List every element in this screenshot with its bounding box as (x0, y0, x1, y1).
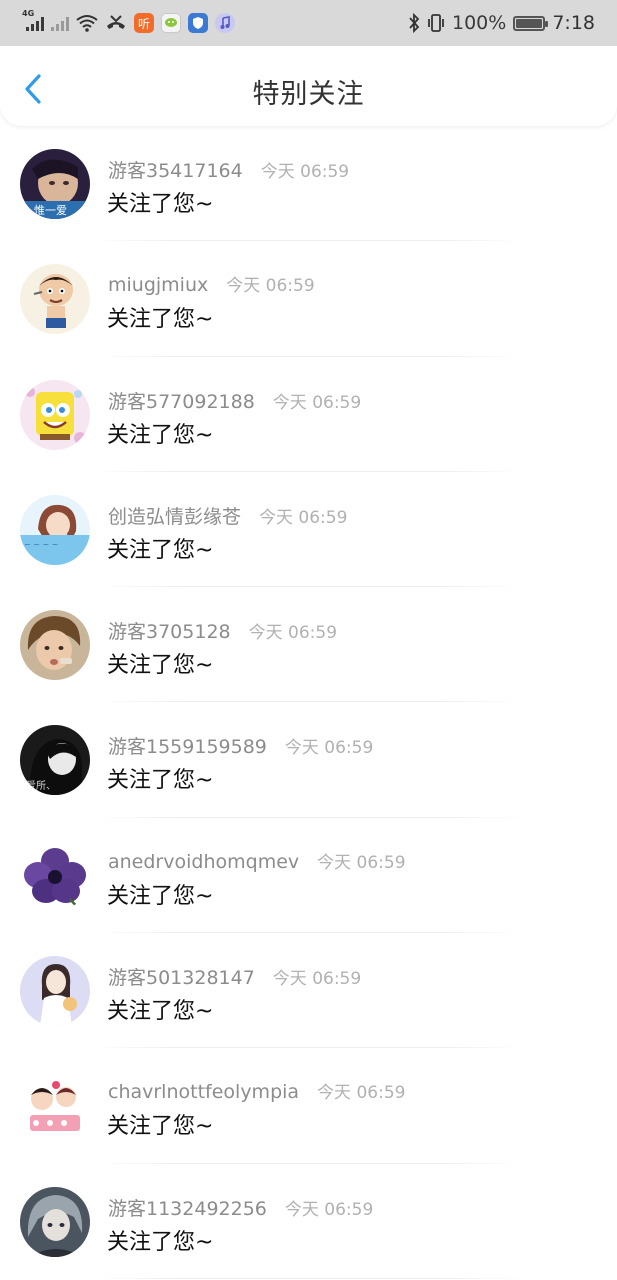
divider (92, 1277, 525, 1279)
timestamp: 今天 06:59 (284, 1199, 374, 1220)
signal-no-sim-icon (51, 15, 69, 31)
avatar[interactable] (20, 264, 90, 335)
username[interactable]: 游客3705128 (108, 617, 231, 644)
header: 特别关注 (0, 46, 617, 126)
page-title: 特别关注 (252, 79, 365, 110)
message-text: 关注了您~ (107, 1229, 214, 1255)
username[interactable]: 游客577092188 (108, 387, 255, 414)
follower-list: 惟一爱 游客35417164 今天 06:59 关注了您~ miugjmiux … (0, 126, 617, 1279)
avatar[interactable]: ~ ~ ~ ~ (20, 494, 90, 565)
ximalaya-app-icon: 听 (134, 13, 154, 33)
avatar[interactable] (20, 379, 90, 450)
timestamp: 今天 06:59 (272, 969, 362, 990)
signal-icon: 4G (22, 9, 44, 31)
message-text: 关注了您~ (107, 422, 214, 448)
username[interactable]: 游客501328147 (108, 963, 255, 990)
message-text: 关注了您~ (107, 1114, 214, 1140)
status-left: 4G 听 (22, 9, 235, 33)
chat-app-icon (161, 13, 181, 33)
list-item[interactable]: chavrlnottfeolympia 今天 06:59 关注了您~ (0, 1048, 617, 1164)
list-item[interactable]: 游客3705128 今天 06:59 关注了您~ (0, 587, 617, 703)
timestamp: 今天 06:59 (259, 507, 348, 528)
list-item[interactable]: 游客1132492256 今天 06:59 关注了您~ (0, 1164, 617, 1279)
avatar[interactable] (20, 1186, 90, 1257)
timestamp: 今天 06:59 (272, 392, 362, 413)
status-right: 100% 7:18 (408, 12, 595, 34)
avatar[interactable] (20, 840, 90, 911)
message-text: 关注了您~ (107, 307, 214, 333)
vibrate-icon (427, 13, 445, 33)
username[interactable]: 创造弘情彭缘苍 (108, 502, 241, 529)
status-time: 7:18 (552, 12, 595, 34)
avatar[interactable] (20, 610, 90, 681)
timestamp: 今天 06:59 (284, 738, 374, 759)
list-item[interactable]: 游客577092188 今天 06:59 关注了您~ (0, 357, 617, 472)
status-bar: 4G 听 100% 7:18 (0, 0, 617, 46)
timestamp: 今天 06:59 (226, 276, 315, 297)
username[interactable]: 游客35417164 (108, 156, 243, 183)
timestamp: 今天 06:59 (317, 1083, 406, 1104)
battery-percent: 100% (452, 12, 507, 34)
username[interactable]: 游客1132492256 (108, 1194, 267, 1221)
avatar-caption: 惟一爱 (34, 204, 67, 217)
list-item[interactable]: ~ ~ ~ ~ 创造弘情彭缘苍 今天 06:59 关注了您~ (0, 472, 617, 588)
avatar[interactable]: 爱所、 (20, 725, 90, 796)
message-text: 关注了您~ (107, 192, 214, 217)
missed-call-icon (105, 13, 127, 33)
message-text: 关注了您~ (107, 653, 214, 679)
bluetooth-icon (408, 13, 420, 33)
avatar-caption: 爱所、 (26, 779, 56, 792)
shield-app-icon (188, 13, 208, 33)
list-item[interactable]: 惟一爱 游客35417164 今天 06:59 关注了您~ (0, 126, 617, 242)
list-item[interactable]: 爱所、 游客1559159589 今天 06:59 关注了您~ (0, 702, 617, 818)
message-text: 关注了您~ (107, 999, 214, 1025)
timestamp: 今天 06:59 (260, 162, 350, 182)
avatar[interactable] (20, 1071, 90, 1142)
list-item[interactable]: anedrvoidhomqmev 今天 06:59 关注了您~ (0, 818, 617, 934)
username[interactable]: chavrlnottfeolympia (108, 1081, 299, 1103)
list-item[interactable]: 游客501328147 今天 06:59 关注了您~ (0, 933, 617, 1049)
wifi-icon (76, 13, 98, 33)
timestamp: 今天 06:59 (248, 623, 338, 644)
list-item[interactable]: miugjmiux 今天 06:59 关注了您~ (0, 241, 617, 357)
message-text: 关注了您~ (107, 768, 214, 794)
username[interactable]: anedrvoidhomqmev (108, 851, 299, 873)
battery-icon (513, 15, 549, 31)
message-text: 关注了您~ (107, 537, 214, 563)
avatar[interactable]: 惟一爱 (20, 149, 90, 219)
username[interactable]: miugjmiux (108, 274, 208, 296)
svg-text:~ ~ ~ ~: ~ ~ ~ ~ (24, 540, 58, 549)
music-app-icon (215, 13, 235, 33)
username[interactable]: 游客1559159589 (108, 732, 267, 759)
network-type-label: 4G (22, 9, 35, 18)
message-text: 关注了您~ (107, 883, 214, 909)
avatar[interactable] (20, 956, 90, 1027)
timestamp: 今天 06:59 (317, 852, 406, 873)
